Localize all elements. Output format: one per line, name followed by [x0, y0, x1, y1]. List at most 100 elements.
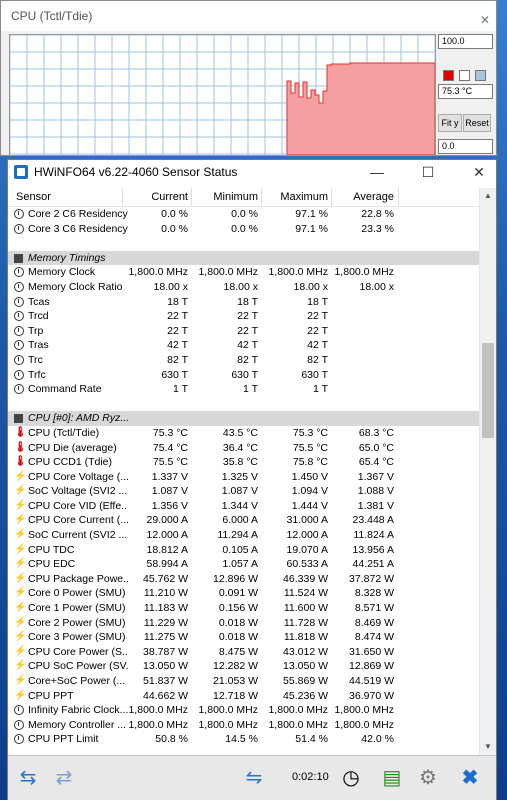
settings-gear-icon[interactable]: ⚙ — [412, 762, 444, 794]
sensor-row[interactable]: CPU PPT Limit 50.8 % 14.5 % 51.4 % 42.0 % — [8, 732, 481, 747]
sensor-row[interactable]: ⚡ SoC Voltage (SVI2 ... 1.087 V 1.087 V 1.09… — [8, 484, 481, 499]
scroll-thumb[interactable] — [482, 343, 494, 438]
maximum-value: 82 T — [307, 353, 328, 366]
sensor-list[interactable]: Core 2 C6 Residency 0.0 % 0.0 % 97.1 % 22.8 … — [8, 207, 481, 755]
vertical-scrollbar[interactable]: ▲ ▼ — [479, 188, 496, 755]
fit-y-button[interactable]: Fit y — [438, 114, 462, 132]
nav-left-right-icon[interactable]: ⇆ — [12, 762, 44, 794]
sensor-name: Tcas — [28, 295, 50, 308]
sensor-row[interactable]: ⚡ CPU EDC 58.994 A 1.057 A 60.533 A 44.251 A — [8, 557, 481, 572]
minimum-value: 12.896 W — [213, 572, 258, 585]
sensor-name: Trcd — [28, 310, 49, 323]
sensor-row[interactable]: Memory Clock Ratio 18.00 x 18.00 x 18.00 x 1… — [8, 280, 481, 295]
average-value: 1.381 V — [357, 499, 394, 512]
color-swatch-blue[interactable] — [475, 70, 486, 81]
sensor-row[interactable]: ⚡ CPU Package Powe... 45.762 W 12.896 W 46.3… — [8, 572, 481, 587]
sensor-row[interactable]: Memory Controller ... 1,800.0 MHz 1,800.0 … — [8, 718, 481, 733]
average-value: 1.088 V — [357, 485, 394, 498]
sensor-row[interactable]: ⚡ Core 1 Power (SMU) 11.183 W 0.156 W 11.600… — [8, 601, 481, 616]
sensor-row[interactable]: Tcas 18 T 18 T 18 T — [8, 295, 481, 310]
sensor-group-header[interactable]: Memory Timings — [8, 250, 481, 266]
current-value: 44.662 W — [143, 689, 188, 702]
sensor-row[interactable]: 🌡︎ CPU CCD1 (Tdie) 75.5 °C 35.8 °C 75.8 °C 65… — [8, 455, 481, 470]
column-divider[interactable] — [122, 188, 123, 206]
sensor-row[interactable]: Memory Clock 1,800.0 MHz 1,800.0 MHz 1,800.… — [8, 265, 481, 280]
sensor-group-header[interactable]: CPU [#0]: AMD Ryz... — [8, 411, 481, 426]
clock-icon[interactable]: ◷ — [335, 762, 367, 794]
column-header-current[interactable]: Current — [126, 188, 188, 206]
sensor-row[interactable]: Tras 42 T 42 T 42 T — [8, 338, 481, 353]
sensor-row[interactable]: Trp 22 T 22 T 22 T — [8, 324, 481, 339]
average-value — [331, 338, 394, 353]
sensor-row[interactable]: Command Rate 1 T 1 T 1 T — [8, 382, 481, 397]
sensor-name: Core 2 Power (SMU) — [28, 616, 126, 629]
current-value: 13.050 W — [143, 660, 188, 673]
sensor-row[interactable]: ⚡ CPU TDC 18.812 A 0.105 A 19.070 A 13.956 A — [8, 543, 481, 558]
graph-max-field[interactable]: 100.0 — [438, 34, 493, 49]
clock-icon — [14, 384, 24, 395]
maximum-value: 13.050 W — [283, 660, 328, 673]
maximize-icon[interactable]: ☐ — [411, 160, 445, 184]
maximum-value: 46.339 W — [283, 572, 328, 585]
minimum-value: 1,800.0 MHz — [198, 266, 258, 279]
average-value — [331, 295, 394, 310]
lightning-icon: ⚡ — [14, 558, 27, 570]
close-icon[interactable]: ✕ — [480, 14, 492, 26]
sensor-row[interactable]: Trfc 630 T 630 T 630 T — [8, 368, 481, 383]
sensor-row[interactable]: ⚡ CPU Core Voltage (... 1.337 V 1.325 V 1.45… — [8, 470, 481, 485]
minimum-value: 1.087 V — [221, 485, 258, 498]
add-report-icon[interactable]: ▤ — [376, 762, 408, 794]
sensor-row[interactable]: Infinity Fabric Clock... 1,800.0 MHz 1,800… — [8, 703, 481, 718]
sensor-row[interactable]: ⚡ Core 3 Power (SMU) 11.275 W 0.018 W 11.818… — [8, 630, 481, 645]
sensor-name: CPU EDC — [28, 558, 76, 571]
clock-icon — [14, 267, 24, 278]
sensor-row[interactable]: Trcd 22 T 22 T 22 T — [8, 309, 481, 324]
sensor-row[interactable]: ⚡ CPU Core VID (Effe... 1.356 V 1.344 V 1.44… — [8, 499, 481, 514]
sensor-name: Core 3 Power (SMU) — [28, 631, 126, 644]
sensor-row[interactable]: ⚡ Core 0 Power (SMU) 11.210 W 0.091 W 11.524… — [8, 586, 481, 601]
close-icon[interactable]: ✕ — [462, 160, 496, 184]
column-header-maximum[interactable]: Maximum — [261, 188, 328, 206]
graph-min-field[interactable]: 0.0 — [438, 139, 493, 154]
column-header-sensor[interactable]: Sensor — [16, 188, 51, 206]
current-value: 11.229 W — [143, 616, 188, 629]
color-swatch-white[interactable] — [459, 70, 470, 81]
sensor-row[interactable]: ⚡ CPU PPT 44.662 W 12.718 W 45.236 W 36.970 W — [8, 689, 481, 704]
graph-current-field: 75.3 °C — [438, 84, 493, 99]
average-value — [331, 353, 394, 368]
graph-titlebar[interactable]: CPU (Tctl/Tdie) — [1, 1, 496, 31]
scroll-down-icon[interactable]: ▼ — [480, 739, 496, 755]
maximum-value: 12.000 A — [286, 529, 328, 542]
average-value: 22.8 % — [361, 208, 394, 220]
sensor-row[interactable]: Core 2 C6 Residency 0.0 % 0.0 % 97.1 % 22.8 … — [8, 207, 481, 222]
minimum-value: 18.00 x — [223, 280, 258, 293]
current-value: 11.183 W — [143, 602, 188, 615]
clock-icon — [14, 325, 24, 336]
reset-button[interactable]: Reset — [463, 114, 491, 132]
maximum-value: 42 T — [307, 339, 328, 352]
sensor-row[interactable]: Trc 82 T 82 T 82 T — [8, 353, 481, 368]
color-swatch-red[interactable] — [443, 70, 454, 81]
sensor-row[interactable]: ⚡ SoC Current (SVI2 ... 12.000 A 11.294 A 12… — [8, 528, 481, 543]
nav-right-left-icon[interactable]: ⇄ — [48, 762, 80, 794]
average-value: 12.869 W — [349, 660, 394, 673]
sensor-row[interactable]: 🌡︎ CPU Die (average) 75.4 °C 36.4 °C 75.5 °C… — [8, 441, 481, 456]
sensor-row[interactable]: ⚡ CPU SoC Power (SV... 13.050 W 12.282 W 13.… — [8, 659, 481, 674]
sensor-titlebar[interactable]: HWiNFO64 v6.22-4060 Sensor Status — ☐ ✕ — [8, 160, 496, 184]
sensor-row[interactable]: ⚡ CPU Core Current (... 29.000 A 6.000 A 31.… — [8, 513, 481, 528]
network-icon[interactable]: ⇋ — [238, 762, 270, 794]
thermometer-icon: 🌡︎ — [14, 426, 27, 438]
average-value: 8.571 W — [354, 602, 394, 615]
column-header-minimum[interactable]: Minimum — [191, 188, 258, 206]
minimize-icon[interactable]: — — [360, 160, 394, 184]
close-x-icon[interactable]: ✖ — [454, 762, 486, 794]
column-divider[interactable] — [398, 188, 399, 206]
scroll-up-icon[interactable]: ▲ — [480, 188, 496, 204]
sensor-row[interactable]: ⚡ Core 2 Power (SMU) 11.229 W 0.018 W 11.728… — [8, 616, 481, 631]
sensor-row[interactable]: ⚡ Core+SoC Power (... 51.837 W 21.053 W 55.8… — [8, 674, 481, 689]
current-value: 51.837 W — [143, 675, 188, 687]
sensor-row[interactable]: ⚡ CPU Core Power (S... 38.787 W 8.475 W 43.0… — [8, 645, 481, 660]
column-header-average[interactable]: Average — [331, 188, 394, 206]
sensor-row[interactable]: 🌡︎ CPU (Tctl/Tdie) 75.3 °C 43.5 °C 75.3 °C 68… — [8, 426, 481, 441]
sensor-row[interactable]: Core 3 C6 Residency 0.0 % 0.0 % 97.1 % 23.3 … — [8, 222, 481, 237]
